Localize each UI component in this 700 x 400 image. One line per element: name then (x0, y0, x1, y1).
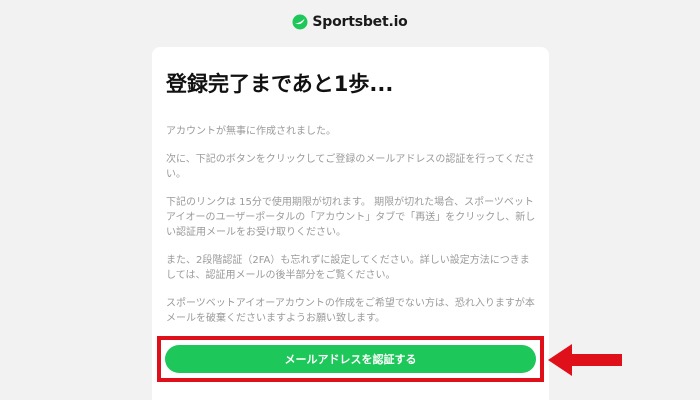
brand-logo: Sportsbet.io (0, 12, 700, 32)
link-expiry-text: 下記のリンクは 15分で使用期限が切れます。 期限が切れた場合、スポーツベットア… (166, 197, 536, 238)
verify-instruction-text: 次に、下記のボタンをクリックしてご登録のメールアドレスの認証を行ってください。 (166, 154, 535, 180)
verify-email-button[interactable]: メールアドレスを認証する (165, 345, 536, 373)
discard-notice-text: スポーツベットアイオーアカウントの作成をご希望でない方は、恐れ入りますが本メール… (166, 298, 535, 324)
brand-name: Sportsbet.io (312, 14, 408, 30)
sportsbet-logo-icon (292, 14, 308, 30)
two-factor-text: また、2段階認証（2FA）も忘れずに設定してください。詳しい設定方法につきまして… (166, 255, 530, 281)
page-title: 登録完了まであと1歩... (166, 72, 394, 96)
left-arrow-icon (548, 344, 622, 376)
account-created-text: アカウントが無事に作成されました。 (166, 126, 336, 137)
email-verification-page: Sportsbet.io 登録完了まであと1歩... アカウントが無事に作成され… (0, 0, 700, 400)
